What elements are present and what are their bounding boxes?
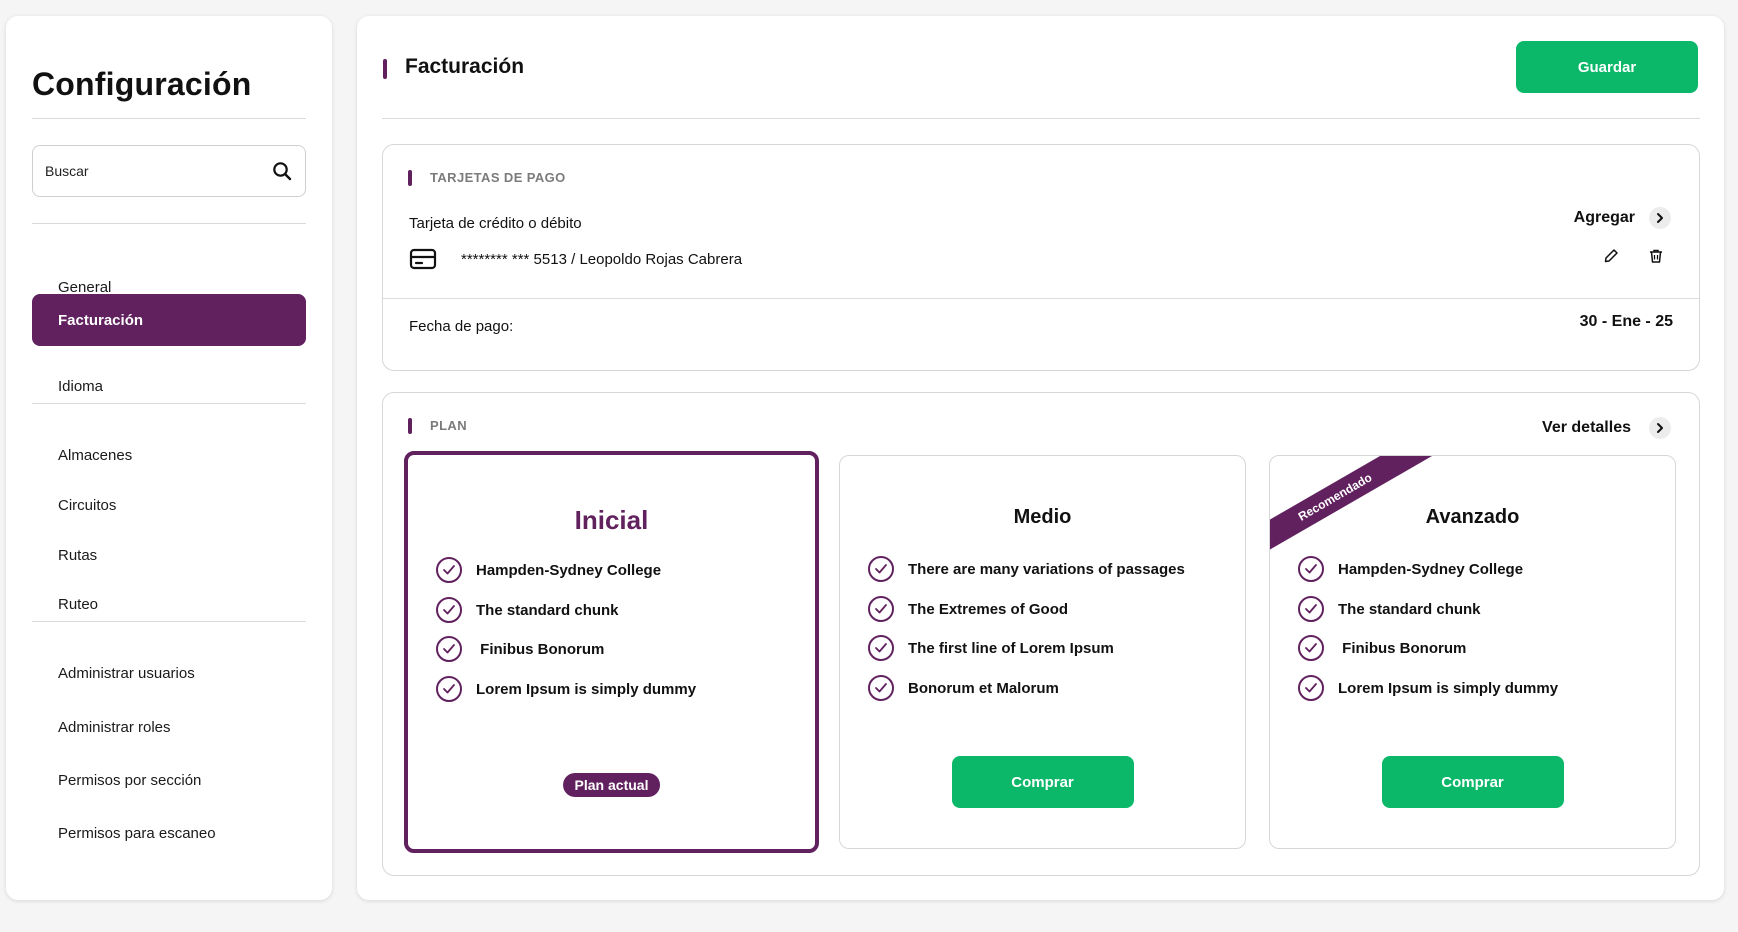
plan-feature-label: The first line of Lorem Ipsum: [908, 639, 1114, 657]
sidebar-item-permisos-seccion[interactable]: Permisos por sección: [32, 754, 306, 806]
sidebar-item-circuitos[interactable]: Circuitos: [32, 479, 306, 531]
payment-divider: [383, 298, 1699, 299]
plan-name: Inicial: [574, 505, 649, 535]
add-card-label: Agregar: [1573, 209, 1635, 226]
plan-feature: The Extremes of Good: [868, 596, 1068, 622]
plan-feature: The standard chunk: [436, 597, 619, 623]
card-masked-number: ******** *** 5513: [461, 251, 567, 268]
title-accent: [383, 59, 387, 79]
plan-card-avanzado[interactable]: Recomendado Avanzado Hampden-Sydney Coll…: [1269, 455, 1676, 849]
plan-feature-label: Hampden-Sydney College: [476, 561, 662, 579]
plan-feature: Lorem Ipsum is simply dummy: [436, 676, 696, 702]
plan-feature: Bonorum et Malorum: [868, 675, 1059, 701]
credit-card-icon: [409, 247, 437, 271]
sidebar-divider: [32, 223, 306, 224]
search-box: [32, 145, 306, 197]
payment-section: TARJETAS DE PAGO Tarjeta de crédito o dé…: [382, 144, 1700, 371]
sidebar-item-idioma[interactable]: Idioma: [32, 360, 306, 412]
plan-feature-label: Lorem Ipsum is simply dummy: [476, 680, 697, 698]
sidebar-item-almacenes[interactable]: Almacenes: [32, 429, 306, 481]
plan-section: PLAN Ver detalles Inicial Hampden-Sydney…: [382, 392, 1700, 876]
sidebar-item-administrar-roles[interactable]: Administrar roles: [32, 701, 306, 753]
section-label: TARJETAS DE PAGO: [430, 170, 566, 185]
main-panel: Facturación Guardar TARJETAS DE PAGO Tar…: [357, 16, 1724, 900]
buy-button[interactable]: Comprar: [951, 756, 1134, 808]
plan-card-medio[interactable]: Medio There are many variations of passa…: [839, 455, 1246, 849]
plan-feature: The first line of Lorem Ipsum: [868, 635, 1114, 661]
plan-feature: Lorem Ipsum is simply dummy: [1298, 675, 1558, 701]
view-details-link[interactable]: Ver detalles: [1542, 417, 1671, 439]
check-circle-icon: [1298, 596, 1324, 622]
add-card-link[interactable]: Agregar: [1574, 207, 1671, 229]
sidebar-divider: [32, 403, 306, 404]
sidebar: Configuración General Facturación Idioma…: [6, 16, 332, 900]
section-label: PLAN: [430, 418, 467, 433]
plan-feature-label: Lorem Ipsum is simply dummy: [1338, 679, 1559, 697]
sidebar-item-permisos-escaneo[interactable]: Permisos para escaneo: [32, 807, 306, 859]
card-holder: Leopoldo Rojas Cabrera: [579, 251, 743, 268]
section-accent: [408, 418, 412, 434]
check-circle-icon: [868, 596, 894, 622]
sidebar-title: Configuración: [32, 66, 252, 102]
plan-feature-label: Bonorum et Malorum: [908, 679, 1059, 697]
payment-date-label: Fecha de pago:: [409, 318, 514, 335]
plan-feature-label: There are many variations of passages: [908, 560, 1185, 578]
plan-feature-label: The standard chunk: [1338, 600, 1481, 618]
plan-feature: There are many variations of passages: [868, 556, 1185, 582]
check-circle-icon: [1298, 556, 1324, 582]
check-circle-icon: [868, 556, 894, 582]
payment-date-value: 30 - Ene - 25: [1579, 313, 1673, 330]
plan-feature: Finibus Bonorum: [1298, 635, 1466, 661]
header-divider: [382, 118, 1700, 119]
plan-feature: Hampden-Sydney College: [436, 557, 661, 583]
check-circle-icon: [1298, 635, 1324, 661]
section-accent: [408, 170, 412, 186]
chevron-right-icon: [1649, 417, 1671, 439]
card-number: ******** *** 5513 / Leopoldo Rojas Cabre…: [461, 251, 742, 268]
payment-method-label: Tarjeta de crédito o débito: [409, 215, 582, 232]
current-plan-badge: Plan actual: [562, 773, 661, 797]
check-circle-icon: [436, 636, 462, 662]
plan-feature: Hampden-Sydney College: [1298, 556, 1523, 582]
check-circle-icon: [868, 675, 894, 701]
card-separator: /: [566, 251, 580, 268]
plan-feature-label: Finibus Bonorum: [476, 640, 605, 658]
plan-name: Medio: [1013, 506, 1072, 528]
search-icon[interactable]: [271, 160, 293, 182]
check-circle-icon: [436, 557, 462, 583]
plan-feature-label: Hampden-Sydney College: [1338, 560, 1524, 578]
sidebar-item-facturacion[interactable]: Facturación: [32, 294, 306, 346]
chevron-right-icon: [1649, 207, 1671, 229]
plan-feature: The standard chunk: [1298, 596, 1481, 622]
sidebar-item-rutas[interactable]: Rutas: [32, 529, 306, 581]
sidebar-item-ruteo[interactable]: Ruteo: [32, 578, 306, 630]
check-circle-icon: [1298, 675, 1324, 701]
sidebar-item-administrar-usuarios[interactable]: Administrar usuarios: [32, 647, 306, 699]
save-button[interactable]: Guardar: [1516, 41, 1698, 93]
plan-card-inicial[interactable]: Inicial Hampden-Sydney College The stand…: [404, 451, 819, 853]
sidebar-divider: [32, 118, 306, 119]
plan-feature-label: The Extremes of Good: [908, 600, 1069, 618]
search-input[interactable]: [45, 163, 271, 179]
view-details-label: Ver detalles: [1542, 419, 1631, 436]
edit-icon[interactable]: [1600, 245, 1622, 267]
buy-button[interactable]: Comprar: [1381, 756, 1564, 808]
plan-name: Avanzado: [1425, 506, 1520, 528]
check-circle-icon: [436, 676, 462, 702]
plan-feature-label: The standard chunk: [476, 601, 619, 619]
check-circle-icon: [868, 635, 894, 661]
plan-feature: Finibus Bonorum: [436, 636, 604, 662]
plan-feature-label: Finibus Bonorum: [1338, 639, 1467, 657]
sidebar-divider: [32, 621, 306, 622]
trash-icon[interactable]: [1645, 245, 1667, 267]
check-circle-icon: [436, 597, 462, 623]
page-title: Facturación: [405, 55, 525, 78]
